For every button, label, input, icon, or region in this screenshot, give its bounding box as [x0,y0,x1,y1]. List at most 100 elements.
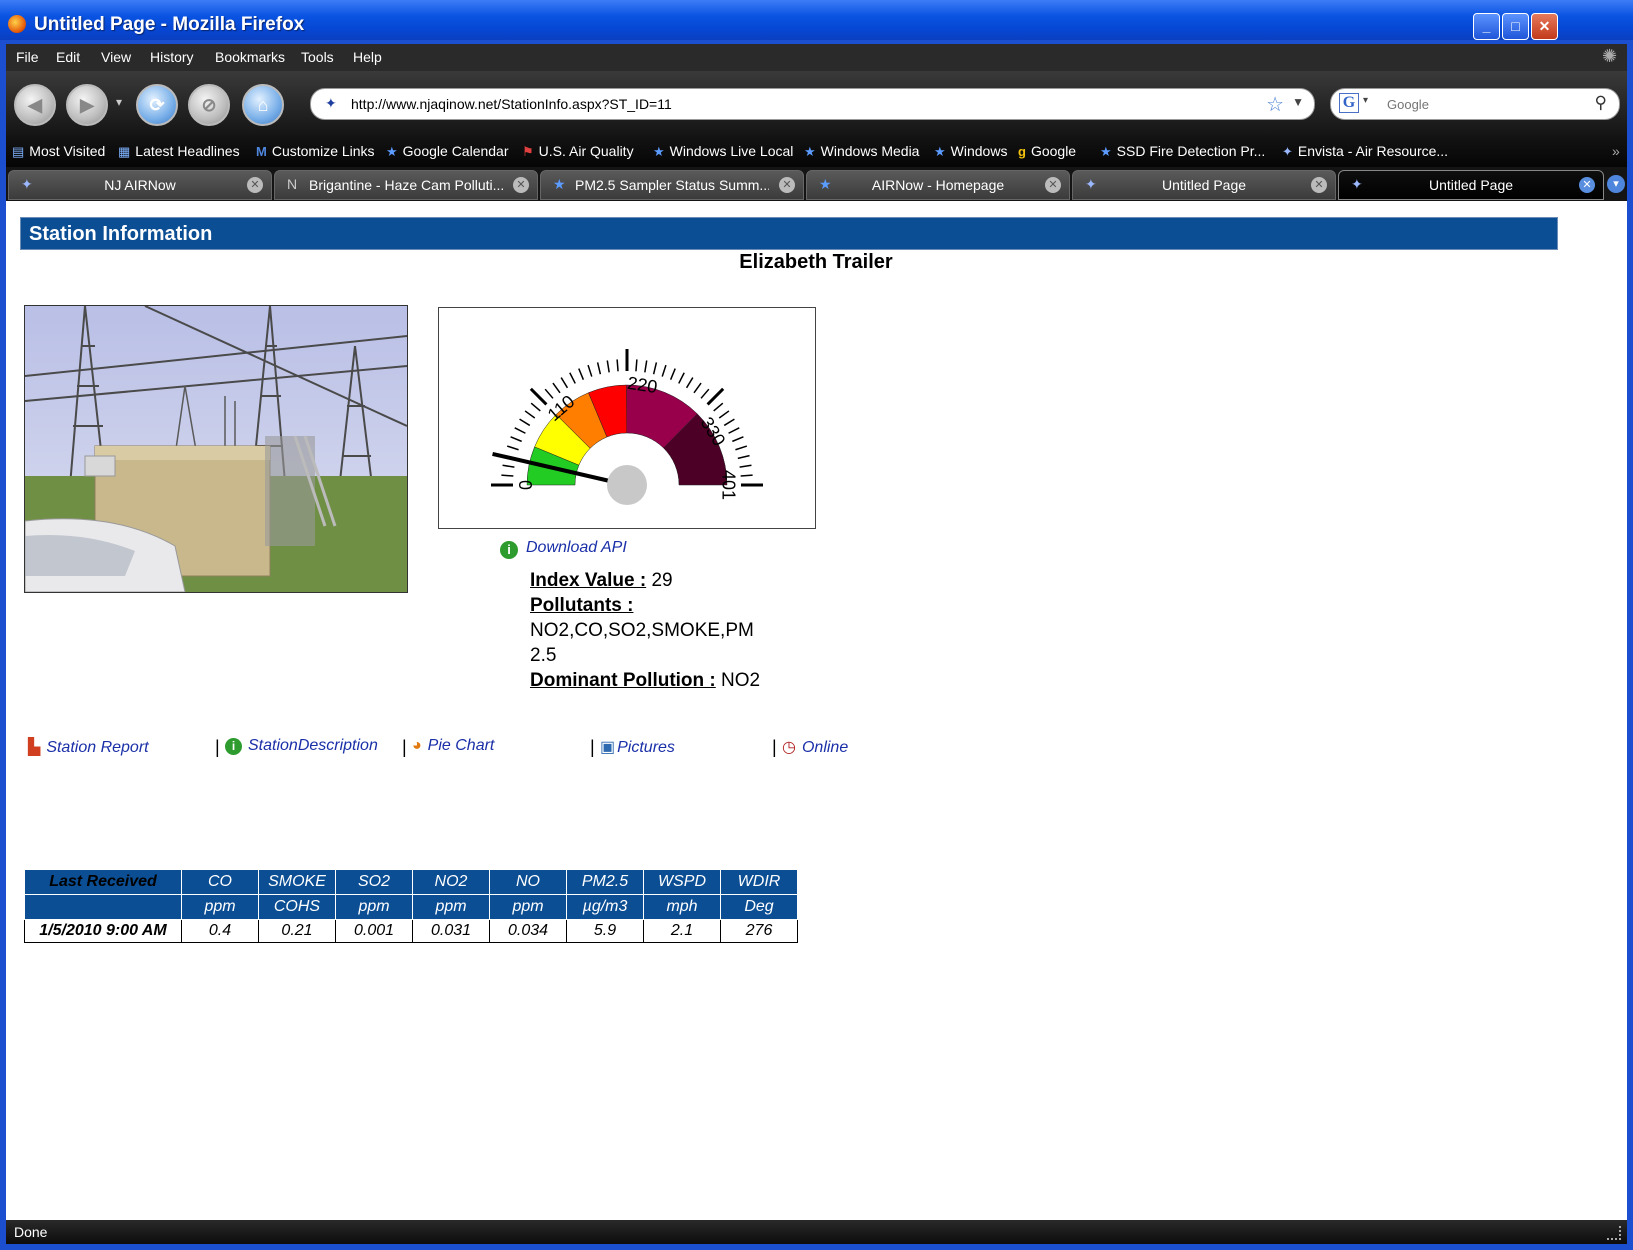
tab-close-icon[interactable]: ✕ [1311,177,1327,193]
bookmark-most-visited[interactable]: ▤ Most Visited [12,143,105,160]
reload-button[interactable]: ⟳ [136,84,178,126]
gauge-tick [578,368,585,380]
index-info: Index Value : 29 Pollutants : NO2,CO,SO2… [530,568,780,693]
menu-tools[interactable]: Tools [301,49,334,65]
index-value-label: Index Value : [530,570,647,591]
forward-button[interactable]: ▶ [66,84,108,126]
url-input[interactable] [349,92,1253,116]
search-input[interactable] [1385,93,1579,115]
station-report-link[interactable]: ▙ Station Report [28,737,149,757]
gauge-tick [732,436,744,443]
pie-chart-link[interactable]: ◕ Pie Chart [412,737,494,755]
bookmark-envista[interactable]: ✦ Envista - Air Resource... [1282,143,1448,160]
menu-view[interactable]: View [101,49,131,65]
table-cell: 0.001 [335,919,413,943]
tab-nj-airnow[interactable]: ✦ NJ AIRNow ✕ [8,170,272,200]
minimize-button[interactable]: _ [1473,13,1500,40]
pictures-link[interactable]: ▣ Pictures [600,737,675,757]
search-icon[interactable]: ⚲ [1595,93,1607,113]
info-icon: i [225,738,242,755]
site-icon: ✦ [21,176,33,192]
unit-header: µg/m3 [566,894,644,920]
gauge-tick [739,464,752,468]
google-engine-icon[interactable]: G [1339,93,1359,113]
station-info-header: Station Information [20,217,1558,250]
unit-header: mph [643,894,721,920]
tab-close-icon[interactable]: ✕ [247,177,263,193]
stop-button[interactable]: ⊘ [188,84,230,126]
tab-untitled-page-active[interactable]: ✦ Untitled Page ✕ [1338,170,1604,200]
back-button[interactable]: ◀ [14,84,56,126]
bookmarks-overflow-icon[interactable]: » [1612,143,1620,159]
bar-chart-icon: ▙ [28,739,41,756]
close-button[interactable]: ✕ [1531,13,1558,40]
menu-file[interactable]: File [16,49,39,65]
menu-history[interactable]: History [150,49,194,65]
table-cell: 2.1 [643,919,721,943]
tab-list-button[interactable]: ▾ [1607,175,1625,193]
tab-bar: ✦ NJ AIRNow ✕ N Brigantine - Haze Cam Po… [6,167,1627,201]
column-header: PM2.5 [566,869,644,895]
tab-close-icon[interactable]: ✕ [779,177,795,193]
bookmark-ssd-fire[interactable]: ★ SSD Fire Detection Pr... [1100,143,1265,160]
maximize-button[interactable]: □ [1502,13,1529,40]
bookmark-customize-links[interactable]: M Customize Links [256,143,375,159]
gauge-tick [713,402,724,412]
bookmark-google-calendar[interactable]: ★ Google Calendar [386,143,509,160]
link-separator: | [590,737,595,757]
home-button[interactable]: ⌂ [242,84,284,126]
bookmark-windows-live-local[interactable]: ★ Windows Live Local [653,143,793,160]
station-description-link[interactable]: i StationDescription [225,737,378,755]
history-dropdown-icon[interactable]: ▾ [116,95,122,109]
bookmark-windows[interactable]: ★ Windows [934,143,1007,160]
column-header: CO [181,869,259,895]
tab-untitled-page-1[interactable]: ✦ Untitled Page ✕ [1072,170,1336,200]
tab-airnow-homepage[interactable]: ★ AIRNow - Homepage ✕ [806,170,1070,200]
firefox-icon [8,15,26,33]
gauge-tick [560,377,569,389]
column-header: NO2 [412,869,490,895]
link-separator: | [215,737,220,757]
menu-help[interactable]: Help [353,49,382,65]
site-icon: ✦ [1351,176,1363,192]
clock-icon: ◷ [782,739,796,756]
tab-close-icon[interactable]: ✕ [1045,177,1061,193]
menu-bookmarks[interactable]: Bookmarks [215,49,285,65]
bookmark-us-air-quality[interactable]: ⚑ U.S. Air Quality [522,143,634,160]
bookmark-google[interactable]: g Google [1018,143,1076,159]
gauge-tick [740,474,753,477]
table-row: 1/5/2010 9:00 AM 0.4 0.21 0.001 0.031 0.… [24,919,798,943]
gauge-tick [693,382,702,394]
tab-close-icon[interactable]: ✕ [513,177,529,193]
engine-dropdown-icon[interactable]: ▾ [1363,95,1368,106]
gauge-tick [685,377,694,389]
search-box[interactable]: G ▾ ⚲ [1330,88,1620,120]
site-identity-icon[interactable]: ✦ [325,95,337,112]
gauge-scale-label: 401 [718,470,738,500]
table-cell: 0.21 [258,919,336,943]
menu-edit[interactable]: Edit [56,49,80,65]
gauge-tick [596,362,602,375]
url-bar[interactable]: ✦ ☆ ▼ [310,88,1315,120]
online-link[interactable]: ◷ Online [782,737,848,757]
gauge-tick [587,364,593,377]
tab-close-icon[interactable]: ✕ [1579,177,1595,193]
bookmark-star-icon[interactable]: ☆ [1266,92,1284,117]
bookmark-latest-headlines[interactable]: ▦ Latest Headlines [118,143,240,160]
gauge-tick [669,368,676,380]
gauge-tick [616,359,619,372]
pie-chart-icon: ◕ [412,737,422,754]
tab-brigantine[interactable]: N Brigantine - Haze Cam Polluti... ✕ [274,170,538,200]
star-icon: ★ [934,144,946,159]
download-api-link[interactable]: i Download API [500,539,627,559]
unit-header: ppm [181,894,259,920]
flag-icon: ⚑ [522,144,534,159]
station-links: ▙ Station Report | i StationDescription | … [26,737,886,767]
tab-pm25-sampler[interactable]: ★ PM2.5 Sampler Status Summ... ✕ [540,170,804,200]
link-separator: | [772,737,777,757]
bookmark-windows-media[interactable]: ★ Windows Media [804,143,919,160]
resize-grip-icon[interactable] [1607,1226,1621,1240]
site-icon: ✦ [1085,176,1097,192]
url-dropdown-icon[interactable]: ▼ [1292,95,1304,109]
m-icon: M [256,144,267,159]
